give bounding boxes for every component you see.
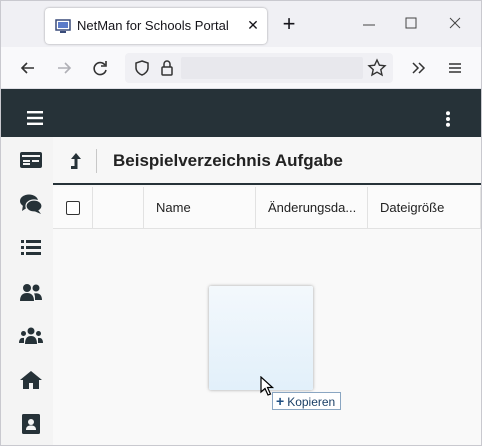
contact-book-icon[interactable] [19,413,43,435]
tab-netman-portal[interactable]: NetMan for Schools Portal ✕ [45,8,267,44]
minimize-icon[interactable] [361,16,377,32]
maximize-icon[interactable] [403,15,419,31]
folder-up-icon[interactable] [69,151,83,171]
netman-favicon-icon [55,19,71,33]
icon-column [93,187,144,229]
new-tab-button[interactable]: + [278,13,300,35]
home-icon[interactable] [19,369,43,391]
bookmark-star-icon[interactable] [367,58,387,78]
lock-icon[interactable] [159,59,175,77]
tab-close-icon[interactable]: ✕ [245,17,261,33]
page-title: Beispielverzeichnis Aufgabe [113,151,343,170]
select-all-column [53,187,93,229]
menu-icon[interactable] [445,58,465,78]
back-icon[interactable] [18,58,38,78]
copy-tooltip: + Kopieren [272,392,342,410]
column-header-filesize[interactable]: Dateigröße [368,187,481,229]
window-close-icon[interactable] [447,15,463,31]
shield-icon[interactable] [133,59,151,77]
app-header [1,89,481,137]
url-field[interactable] [181,57,363,79]
table-header: Name Änderungsda... Dateigröße [53,187,481,229]
tab-strip: NetMan for Schools Portal ✕ + [1,1,481,47]
copy-tooltip-label: Kopieren [287,395,336,409]
nav-bar [1,47,481,89]
address-bar[interactable] [125,53,393,83]
forward-icon[interactable] [54,58,74,78]
id-card-icon[interactable] [19,149,43,171]
column-header-name[interactable]: Name [144,187,256,229]
overflow-chevrons-icon[interactable] [409,58,429,78]
more-options-icon[interactable] [445,111,451,127]
user-group-icon[interactable] [19,281,43,303]
users-icon[interactable] [19,325,43,347]
chat-icon[interactable] [19,193,43,215]
breadcrumb: Beispielverzeichnis Aufgabe [53,137,481,185]
drag-file-ghost [209,286,313,390]
select-all-checkbox[interactable] [66,201,80,215]
column-header-modified[interactable]: Änderungsda... [256,187,368,229]
tab-title: NetMan for Schools Portal [77,18,229,33]
sidebar [1,137,53,445]
reload-icon[interactable] [90,58,110,78]
breadcrumb-divider [96,149,97,173]
hamburger-menu-icon[interactable] [27,111,43,125]
copy-plus-icon: + [276,393,285,409]
list-icon[interactable] [19,236,43,258]
